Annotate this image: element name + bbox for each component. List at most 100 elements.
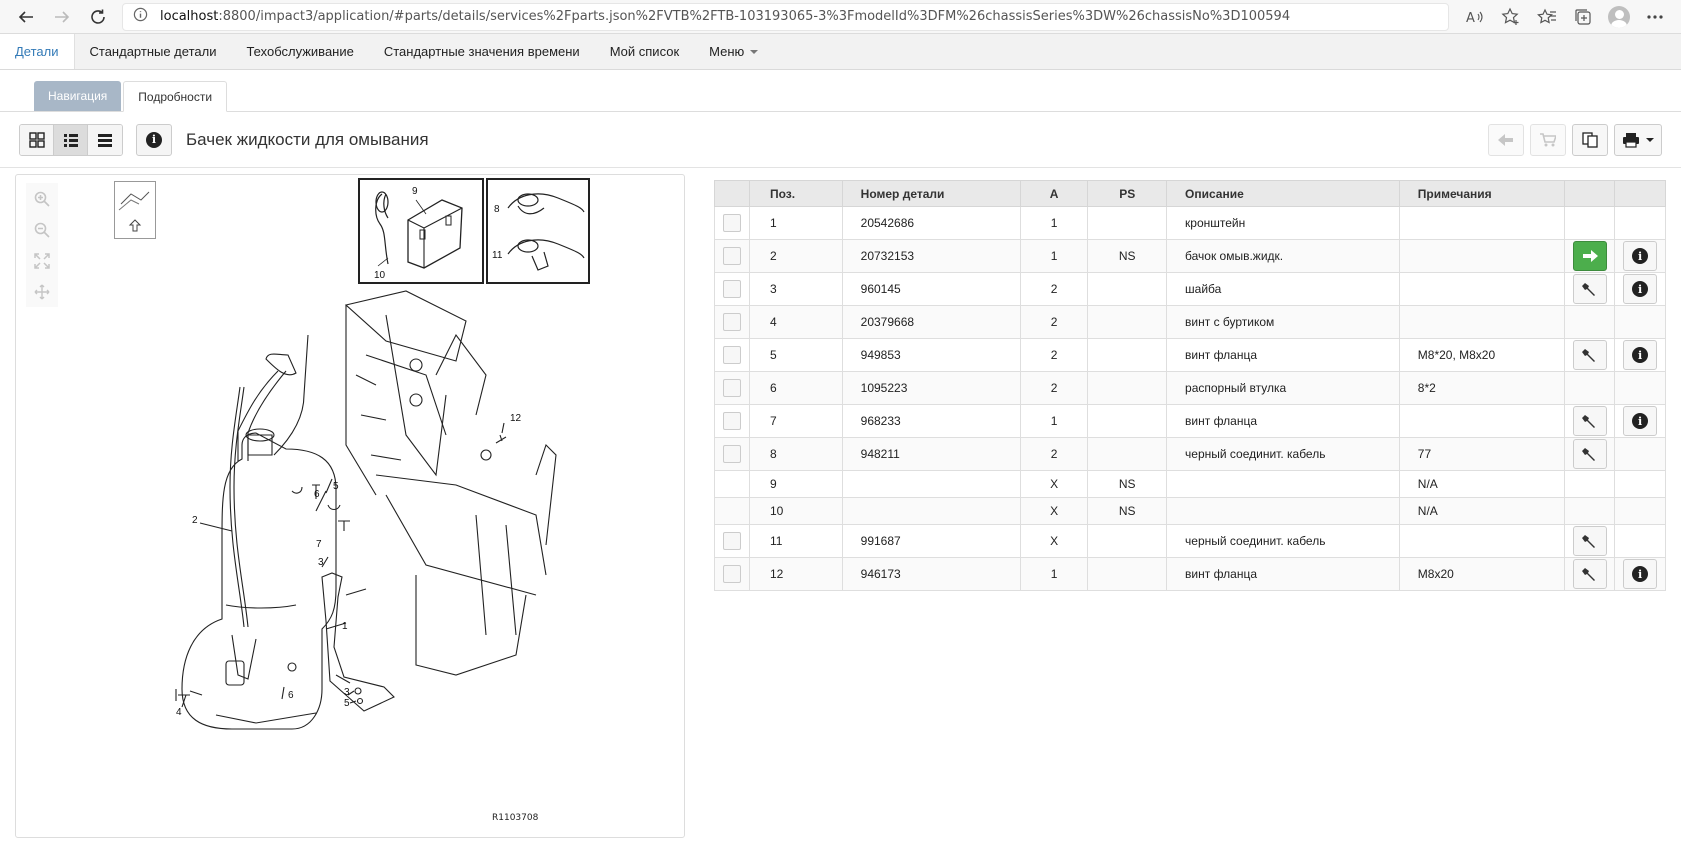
cell-pos: 10 bbox=[749, 497, 843, 525]
header-ps[interactable]: PS bbox=[1087, 180, 1168, 207]
row-info-button[interactable]: i bbox=[1623, 559, 1658, 589]
view-rows-button[interactable] bbox=[88, 124, 122, 155]
cell-ps: NS bbox=[1087, 470, 1168, 498]
row-checkbox[interactable] bbox=[723, 247, 741, 265]
cell-part-number: 20542686 bbox=[841, 206, 1021, 240]
table-row[interactable]: 3 960145 2 шайба i bbox=[714, 272, 1666, 306]
diagram-ref-code: R1103708 bbox=[492, 813, 539, 823]
cell-a: X bbox=[1019, 524, 1089, 558]
add-to-cart-button[interactable] bbox=[1530, 123, 1566, 156]
arrow-left-icon bbox=[18, 10, 33, 23]
row-checkbox[interactable] bbox=[723, 313, 741, 331]
tool-button[interactable] bbox=[1572, 406, 1607, 436]
diagram-label-6: 6 bbox=[314, 489, 320, 500]
cell-action-2: i bbox=[1614, 239, 1666, 273]
row-checkbox[interactable] bbox=[723, 532, 741, 550]
table-row[interactable]: 4 20379668 2 винт с буртиком bbox=[714, 305, 1666, 339]
list-icon bbox=[63, 133, 78, 147]
main-content: 9 10 8 11 1 2 3 3 4 5 5 6 6 7 12 R110370… bbox=[0, 168, 1681, 838]
menu-item-menu[interactable]: Меню bbox=[694, 34, 773, 69]
row-checkbox[interactable] bbox=[723, 379, 741, 397]
reload-button[interactable] bbox=[80, 2, 116, 32]
svg-text:A: A bbox=[1466, 11, 1475, 26]
table-row[interactable]: 2 20732153 1 NS бачок омыв.жидк. i bbox=[714, 239, 1666, 273]
collections-icon[interactable] bbox=[1565, 2, 1601, 32]
menu-item-my-list[interactable]: Мой список bbox=[595, 34, 694, 69]
row-checkbox[interactable] bbox=[723, 346, 741, 364]
read-aloud-icon[interactable]: A bbox=[1457, 2, 1493, 32]
tool-button[interactable] bbox=[1572, 274, 1607, 304]
cell-a: 1 bbox=[1019, 404, 1089, 438]
wrench-icon bbox=[1581, 283, 1595, 296]
table-row[interactable]: 1 20542686 1 кронштейн bbox=[714, 206, 1666, 240]
wrench-icon bbox=[1581, 568, 1595, 581]
row-select-cell bbox=[714, 305, 750, 339]
table-row[interactable]: 9 X NS N/A bbox=[714, 470, 1666, 498]
cell-ps bbox=[1087, 206, 1168, 240]
table-row[interactable]: 8 948211 2 черный соединит. кабель 77 bbox=[714, 437, 1666, 471]
view-list-button[interactable] bbox=[54, 124, 88, 155]
back-button[interactable] bbox=[8, 2, 44, 32]
tool-button[interactable] bbox=[1572, 559, 1607, 589]
row-info-button[interactable]: i bbox=[1623, 340, 1658, 370]
row-info-button[interactable]: i bbox=[1623, 241, 1658, 271]
cell-a: X bbox=[1019, 470, 1089, 498]
row-checkbox[interactable] bbox=[723, 412, 741, 430]
tab-details[interactable]: Подробности bbox=[123, 81, 228, 112]
header-pos[interactable]: Поз. bbox=[749, 180, 843, 207]
tool-button[interactable] bbox=[1572, 439, 1607, 469]
tool-button[interactable] bbox=[1572, 340, 1607, 370]
table-row[interactable]: 5 949853 2 винт фланца M8*20, M8x20 i bbox=[714, 338, 1666, 372]
row-checkbox[interactable] bbox=[723, 565, 741, 583]
info-button[interactable]: i bbox=[136, 123, 172, 156]
arrow-left-icon bbox=[1498, 133, 1513, 146]
row-info-button[interactable]: i bbox=[1623, 406, 1658, 436]
menu-item-parts[interactable]: Детали bbox=[0, 34, 75, 69]
header-a[interactable]: A bbox=[1019, 180, 1089, 207]
copy-button[interactable] bbox=[1572, 123, 1608, 156]
table-row[interactable]: 7 968233 1 винт фланца i bbox=[714, 404, 1666, 438]
arrow-right-icon bbox=[55, 10, 70, 23]
cell-notes: M8x20 bbox=[1398, 557, 1566, 591]
table-row[interactable]: 6 1095223 2 распорный втулка 8*2 bbox=[714, 371, 1666, 405]
address-bar[interactable]: localhost:8800/impact3/application/#part… bbox=[122, 2, 1449, 31]
menu-item-maintenance[interactable]: Техобслуживание bbox=[231, 34, 368, 69]
menu-item-standard-parts[interactable]: Стандартные детали bbox=[75, 34, 232, 69]
add-favorite-icon[interactable] bbox=[1493, 2, 1529, 32]
cell-description bbox=[1166, 470, 1400, 498]
profile-avatar[interactable] bbox=[1601, 2, 1637, 32]
cell-action-1 bbox=[1564, 437, 1616, 471]
cell-ps bbox=[1087, 305, 1168, 339]
cell-a: 2 bbox=[1019, 272, 1089, 306]
favorites-icon[interactable] bbox=[1529, 2, 1565, 32]
exploded-diagram[interactable]: 1 2 3 3 4 5 5 6 6 7 12 bbox=[16, 175, 686, 839]
tool-button[interactable] bbox=[1572, 526, 1607, 556]
row-checkbox[interactable] bbox=[723, 445, 741, 463]
header-description[interactable]: Описание bbox=[1166, 180, 1400, 207]
more-icon[interactable] bbox=[1637, 2, 1673, 32]
go-to-part-button[interactable] bbox=[1572, 241, 1607, 271]
print-button[interactable] bbox=[1614, 123, 1662, 156]
row-checkbox[interactable] bbox=[723, 280, 741, 298]
table-row[interactable]: 12 946173 1 винт фланца M8x20 i bbox=[714, 557, 1666, 591]
row-checkbox[interactable] bbox=[723, 214, 741, 232]
cell-pos: 5 bbox=[749, 338, 843, 372]
diagram-label-3: 3 bbox=[318, 557, 324, 568]
table-row[interactable]: 10 X NS N/A bbox=[714, 497, 1666, 525]
menu-item-standard-times[interactable]: Стандартные значения времени bbox=[369, 34, 595, 69]
row-select-cell bbox=[714, 437, 750, 471]
cell-description: шайба bbox=[1166, 272, 1400, 306]
tab-bar: Навигация Подробности bbox=[0, 70, 1681, 112]
forward-button[interactable] bbox=[44, 2, 80, 32]
row-info-button[interactable]: i bbox=[1623, 274, 1658, 304]
cell-pos: 2 bbox=[749, 239, 843, 273]
view-grid-button[interactable] bbox=[20, 124, 54, 155]
site-info-icon[interactable] bbox=[133, 7, 148, 26]
cell-action-2 bbox=[1614, 470, 1666, 498]
diagram-panel: 9 10 8 11 1 2 3 3 4 5 5 6 6 7 12 R110370… bbox=[15, 174, 685, 838]
header-notes[interactable]: Примечания bbox=[1398, 180, 1566, 207]
table-row[interactable]: 11 991687 Xчерный соединит. кабель bbox=[714, 524, 1666, 558]
tab-navigation[interactable]: Навигация bbox=[34, 81, 122, 111]
header-part-number[interactable]: Номер детали bbox=[841, 180, 1021, 207]
back-arrow-button[interactable] bbox=[1488, 123, 1524, 156]
